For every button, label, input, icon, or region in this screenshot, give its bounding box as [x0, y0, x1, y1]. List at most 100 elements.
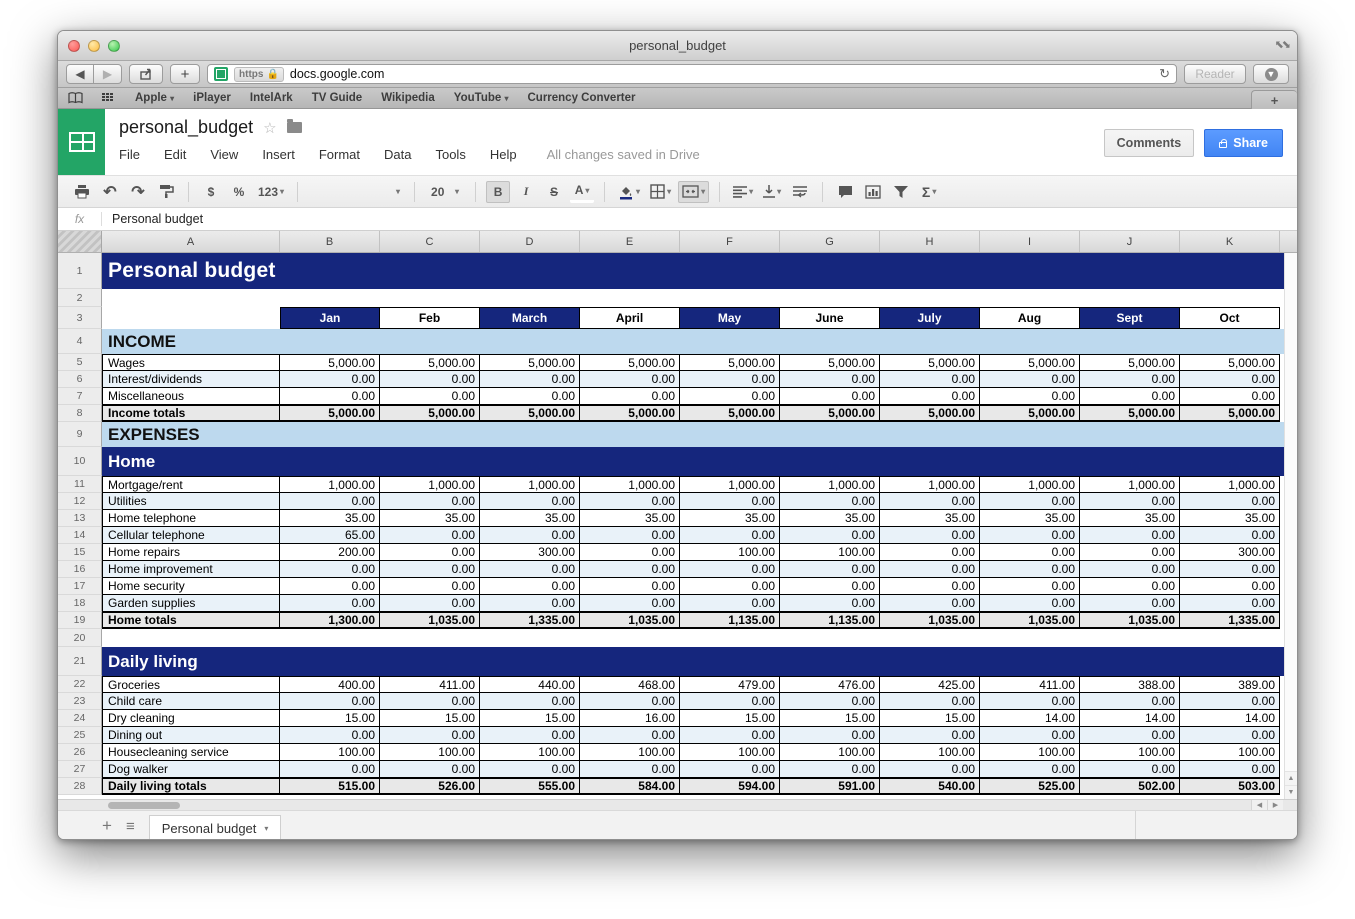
cell[interactable]: 1,000.00: [380, 476, 480, 493]
menu-insert[interactable]: Insert: [262, 147, 295, 162]
cell[interactable]: 0.00: [480, 561, 580, 578]
cell[interactable]: Dining out: [102, 727, 280, 744]
cell[interactable]: Interest/dividends: [102, 371, 280, 388]
cell[interactable]: Home totals: [102, 612, 280, 629]
add-sheet-button[interactable]: +: [102, 816, 112, 836]
cell[interactable]: Child care: [102, 693, 280, 710]
row-number-19[interactable]: 19: [58, 612, 102, 629]
row-number-1[interactable]: 1: [58, 253, 102, 289]
cell[interactable]: 0.00: [880, 388, 980, 405]
cell[interactable]: Sept: [1080, 307, 1180, 329]
cell[interactable]: 5,000.00: [380, 405, 480, 422]
cell[interactable]: 0.00: [880, 527, 980, 544]
cell[interactable]: 0.00: [480, 371, 580, 388]
cell[interactable]: 100.00: [780, 544, 880, 561]
cell[interactable]: 35.00: [380, 510, 480, 527]
cell[interactable]: 5,000.00: [580, 405, 680, 422]
merge-cells-button[interactable]: ▾: [678, 180, 710, 203]
cell[interactable]: 5,000.00: [1180, 354, 1280, 371]
cell[interactable]: 0.00: [380, 388, 480, 405]
star-icon[interactable]: ☆: [263, 119, 276, 137]
doc-title[interactable]: personal_budget: [119, 117, 253, 138]
row-number-4[interactable]: 4: [58, 329, 102, 354]
cell[interactable]: Dry cleaning: [102, 710, 280, 727]
scroll-left-icon[interactable]: ◀: [1251, 800, 1267, 810]
cell[interactable]: 0.00: [280, 371, 380, 388]
column-header-G[interactable]: G: [780, 231, 880, 252]
cell[interactable]: 0.00: [680, 371, 780, 388]
cell[interactable]: 0.00: [880, 578, 980, 595]
cell[interactable]: 0.00: [1180, 561, 1280, 578]
row-number-24[interactable]: 24: [58, 710, 102, 727]
cell[interactable]: [102, 629, 1280, 647]
cell[interactable]: 0.00: [380, 595, 480, 612]
cell[interactable]: 5,000.00: [980, 405, 1080, 422]
cell[interactable]: 5,000.00: [1180, 405, 1280, 422]
borders-button[interactable]: ▾: [647, 181, 674, 203]
cell[interactable]: 0.00: [680, 693, 780, 710]
cell[interactable]: 1,335.00: [480, 612, 580, 629]
cell[interactable]: 0.00: [680, 527, 780, 544]
cell[interactable]: 35.00: [780, 510, 880, 527]
cell[interactable]: INCOME: [102, 329, 1297, 354]
vertical-align-button[interactable]: ▾: [760, 181, 784, 203]
row-number-11[interactable]: 11: [58, 476, 102, 493]
cell[interactable]: 35.00: [980, 510, 1080, 527]
fill-color-button[interactable]: ▾: [615, 181, 643, 203]
column-header-C[interactable]: C: [380, 231, 480, 252]
cell[interactable]: Groceries: [102, 676, 280, 693]
cell[interactable]: 0.00: [680, 388, 780, 405]
cell[interactable]: 0.00: [280, 595, 380, 612]
cell[interactable]: 5,000.00: [580, 354, 680, 371]
cell[interactable]: 0.00: [380, 761, 480, 778]
text-color-button[interactable]: A ▾: [570, 181, 595, 203]
cell[interactable]: 1,000.00: [780, 476, 880, 493]
cell[interactable]: 388.00: [1080, 676, 1180, 693]
cell[interactable]: 16.00: [580, 710, 680, 727]
cell[interactable]: 0.00: [380, 544, 480, 561]
row-number-20[interactable]: 20: [58, 629, 102, 647]
cell[interactable]: 0.00: [680, 578, 780, 595]
cell[interactable]: 0.00: [980, 761, 1080, 778]
redo-button[interactable]: ↷: [126, 181, 150, 203]
cell[interactable]: 1,035.00: [980, 612, 1080, 629]
cell[interactable]: 0.00: [1180, 727, 1280, 744]
cell[interactable]: 5,000.00: [280, 354, 380, 371]
cell[interactable]: 5,000.00: [1080, 405, 1180, 422]
cell[interactable]: 15.00: [480, 710, 580, 727]
cell[interactable]: 0.00: [280, 493, 380, 510]
cell[interactable]: [102, 289, 1280, 307]
cell[interactable]: 0.00: [280, 561, 380, 578]
row-number-15[interactable]: 15: [58, 544, 102, 561]
cell[interactable]: 0.00: [880, 693, 980, 710]
cell[interactable]: 15.00: [780, 710, 880, 727]
row-number-18[interactable]: 18: [58, 595, 102, 612]
cell[interactable]: 0.00: [480, 595, 580, 612]
cell[interactable]: 0.00: [280, 578, 380, 595]
cell[interactable]: 0.00: [480, 527, 580, 544]
cell[interactable]: 0.00: [380, 493, 480, 510]
cell[interactable]: 0.00: [1180, 527, 1280, 544]
cell[interactable]: 584.00: [580, 778, 680, 795]
cell[interactable]: 0.00: [680, 595, 780, 612]
window-titlebar[interactable]: personal_budget ⬉⬊: [58, 31, 1297, 61]
cell[interactable]: 0.00: [980, 544, 1080, 561]
cell[interactable]: 0.00: [1180, 493, 1280, 510]
hscroll-thumb[interactable]: [108, 802, 180, 809]
insert-chart-button[interactable]: [861, 181, 885, 203]
cell[interactable]: 100.00: [1080, 744, 1180, 761]
column-header-E[interactable]: E: [580, 231, 680, 252]
cell[interactable]: 5,000.00: [980, 354, 1080, 371]
cell[interactable]: 0.00: [780, 388, 880, 405]
cell[interactable]: 0.00: [1080, 388, 1180, 405]
undo-button[interactable]: ↶: [98, 181, 122, 203]
menu-help[interactable]: Help: [490, 147, 517, 162]
top-sites-grid-icon[interactable]: [102, 92, 116, 104]
row-number-13[interactable]: 13: [58, 510, 102, 527]
cell[interactable]: 0.00: [380, 727, 480, 744]
cell[interactable]: 100.00: [880, 744, 980, 761]
cell[interactable]: Feb: [380, 307, 480, 329]
cell[interactable]: 503.00: [1180, 778, 1280, 795]
cell[interactable]: 5,000.00: [680, 354, 780, 371]
row-number-16[interactable]: 16: [58, 561, 102, 578]
